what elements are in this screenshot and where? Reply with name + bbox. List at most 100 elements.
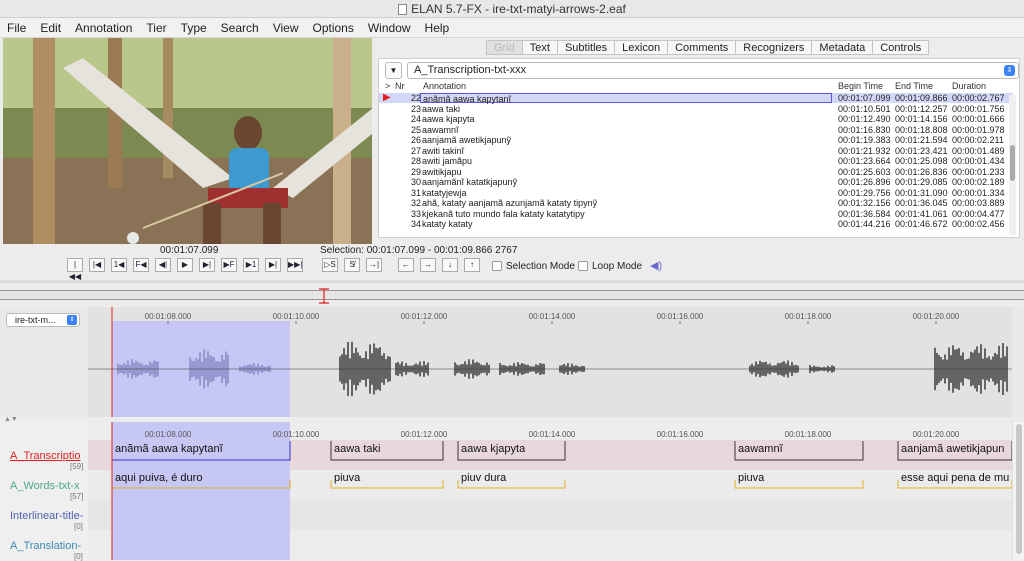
timeline-scrollbar[interactable] <box>1012 422 1024 560</box>
table-row[interactable]: 26 aanjamã awetikjapunỹ 00:01:19.383 00:01:… <box>379 135 1013 145</box>
tab-controls[interactable]: Controls <box>872 40 930 55</box>
tab-comments[interactable]: Comments <box>667 40 736 55</box>
timeline-viewer[interactable]: 00:01:08.000 00:01:10.000 00:01:12.000 00:0… <box>88 422 1012 560</box>
tier-count-transcription: [59] <box>70 462 84 471</box>
header-duration[interactable]: Duration <box>952 81 986 91</box>
previous-frame-button[interactable]: |◀ <box>89 258 105 272</box>
previous-pixel-button[interactable]: F◀ <box>133 258 149 272</box>
collapse-arrows-icon[interactable]: ▲▼ <box>4 416 18 423</box>
menu-options[interactable]: Options <box>306 18 361 38</box>
table-row[interactable]: 34 kataty kataty 00:01:44.216 00:01:46.672 0… <box>379 219 1013 229</box>
crosshair-to-selection-button[interactable]: →| <box>366 258 382 272</box>
selection-info: Selection: 00:01:07.099 - 00:01:09.866 2… <box>320 245 518 256</box>
transcription-annotation: aanjamã awetikjapun <box>901 443 1004 455</box>
panel-divider[interactable] <box>0 280 1024 283</box>
step-forward-button[interactable]: ▶1 <box>243 258 259 272</box>
go-to-end-button[interactable]: ▶▶| <box>287 258 303 272</box>
selection-start-button[interactable]: ▷S <box>322 258 338 272</box>
table-row[interactable]: 25 aawamnĩ 00:01:16.830 00:01:18.808 00:00:0… <box>379 125 1013 135</box>
loop-mode-checkbox[interactable] <box>578 261 588 271</box>
timeline-svg[interactable]: 00:01:08.000 00:01:10.000 00:01:12.000 00:0… <box>88 422 1012 560</box>
tab-text[interactable]: Text <box>521 40 557 55</box>
row-nr: 31 <box>411 187 422 198</box>
tab-grid[interactable]: Grid <box>486 40 522 55</box>
table-row[interactable]: 29 awitikjapu 00:01:25.603 00:01:26.836 00:0… <box>379 167 1013 177</box>
table-row[interactable]: 23 aawa taki 00:01:10.501 00:01:12.257 00:00… <box>379 104 1013 114</box>
menu-tier[interactable]: Tier <box>139 18 173 38</box>
timeline-tick-label: 00:01:12.000 <box>401 430 448 439</box>
video-viewer[interactable] <box>3 38 372 244</box>
menu-annotation[interactable]: Annotation <box>68 18 139 38</box>
table-row[interactable]: 32 ahã, kataty aanjamã azunjamã kataty ti… <box>379 198 1013 208</box>
header-end-time[interactable]: End Time <box>895 81 933 91</box>
tier-name-translation[interactable]: A_Translation- <box>10 540 81 552</box>
table-row[interactable]: 31 katatyjewja 00:01:29.756 00:01:31.090 00:… <box>379 188 1013 198</box>
loop-mode-label: Loop Mode <box>592 261 643 272</box>
grid-scroll-thumb[interactable] <box>1010 145 1015 181</box>
grid-scrollbar[interactable] <box>1009 95 1016 235</box>
waveform-panel[interactable]: 00:01:08.000 00:01:10.000 00:01:12.000 00:0… <box>0 307 1024 417</box>
play-selection-button[interactable]: ▶| <box>199 258 215 272</box>
tab-recognizers[interactable]: Recognizers <box>735 40 812 55</box>
menu-window[interactable]: Window <box>361 18 418 38</box>
next-frame-button[interactable]: ▶| <box>265 258 281 272</box>
tab-lexicon[interactable]: Lexicon <box>614 40 668 55</box>
tier-names-panel: ▲▼ A_Transcriptio [59] A_Words-txt-x [57… <box>0 416 88 561</box>
row-duration: 00:00:02.767 <box>952 93 1005 103</box>
row-annotation: awiti takinĩ <box>422 145 465 156</box>
header-begin-time[interactable]: Begin Time <box>838 81 883 91</box>
play-button[interactable]: ▶ <box>177 258 193 272</box>
row-begin-time: 00:01:10.501 <box>838 103 891 114</box>
row-duration: 00:00:01.434 <box>952 156 1005 166</box>
tab-metadata[interactable]: Metadata <box>811 40 873 55</box>
row-annotation: awiti jamãpu <box>422 156 473 166</box>
right-arrow-icon[interactable]: → <box>420 258 436 272</box>
down-arrow-icon[interactable]: ↓ <box>442 258 458 272</box>
left-arrow-icon[interactable]: ← <box>398 258 414 272</box>
tier-dropdown[interactable]: A_Transcription-txt-xxx ⇕ <box>407 62 1019 79</box>
menu-type[interactable]: Type <box>174 18 214 38</box>
header-annotation[interactable]: Annotation <box>423 81 466 91</box>
go-to-begin-button[interactable]: |◀◀ <box>67 258 83 281</box>
overview-ruler[interactable] <box>0 290 1024 300</box>
row-duration: 00:00:03.889 <box>952 198 1005 208</box>
row-end-time: 00:01:41.061 <box>895 208 948 219</box>
clear-selection-button[interactable]: S̸ <box>344 258 360 272</box>
row-begin-time: 00:01:16.830 <box>838 124 891 135</box>
row-duration: 00:00:01.233 <box>952 166 1005 177</box>
triangle-down-icon[interactable]: ▼ <box>385 62 402 79</box>
row-nr: 34 <box>411 219 422 229</box>
timeline-scroll-thumb[interactable] <box>1016 424 1022 554</box>
crosshair-marker-icon[interactable] <box>318 288 330 304</box>
tier-name-interlinear[interactable]: Interlinear-title- <box>10 510 83 522</box>
up-arrow-icon[interactable]: ↑ <box>464 258 480 272</box>
tier-name-words[interactable]: A_Words-txt-x <box>10 480 79 492</box>
row-begin-time: 00:01:23.664 <box>838 156 891 166</box>
menu-file[interactable]: File <box>0 18 33 38</box>
volume-icon[interactable]: ◀) <box>650 259 662 272</box>
step-back-button[interactable]: 1◀ <box>111 258 127 272</box>
menu-help[interactable]: Help <box>418 18 457 38</box>
table-row[interactable]: 28 awiti jamãpu 00:01:23.664 00:01:25.098 00… <box>379 156 1013 166</box>
play-selection-back-button[interactable]: ◀| <box>155 258 171 272</box>
media-selector[interactable]: ire-txt-m... ⇕ <box>6 313 80 327</box>
menu-search[interactable]: Search <box>214 18 266 38</box>
table-row[interactable]: 33 kjekanã tuto mundo fala kataty katatyt… <box>379 209 1013 219</box>
timeline-tick-label: 00:01:18.000 <box>785 430 832 439</box>
table-row[interactable]: 24 aawa kjapyta 00:01:12.490 00:01:14.156 00… <box>379 114 1013 124</box>
header-nr[interactable]: Nr <box>395 81 405 91</box>
tier-name-transcription[interactable]: A_Transcriptio <box>10 450 81 462</box>
tab-subtitles[interactable]: Subtitles <box>556 40 615 55</box>
selection-mode-label: Selection Mode <box>506 261 575 272</box>
table-row[interactable]: ▶ 22 anãmã aawa kapytanĩ 00:01:07.099 00:01:… <box>379 93 1013 104</box>
menu-edit[interactable]: Edit <box>33 18 68 38</box>
timeline-tick-label: 00:01:08.000 <box>145 430 192 439</box>
menu-view[interactable]: View <box>266 18 306 38</box>
selection-mode-checkbox[interactable] <box>492 261 502 271</box>
table-row[interactable]: 27 awiti takinĩ 00:01:21.932 00:01:23.421 00… <box>379 146 1013 156</box>
timeline-tick-label: 00:01:10.000 <box>273 430 320 439</box>
waveform-tick-label: 00:01:14.000 <box>529 312 576 321</box>
waveform-svg[interactable]: 00:01:08.000 00:01:10.000 00:01:12.000 00:0… <box>0 307 1024 417</box>
table-row[interactable]: 30 aanjamãnĩ katatkjapunỹ 00:01:26.896 00:0… <box>379 177 1013 187</box>
next-pixel-button[interactable]: ▶F <box>221 258 237 272</box>
